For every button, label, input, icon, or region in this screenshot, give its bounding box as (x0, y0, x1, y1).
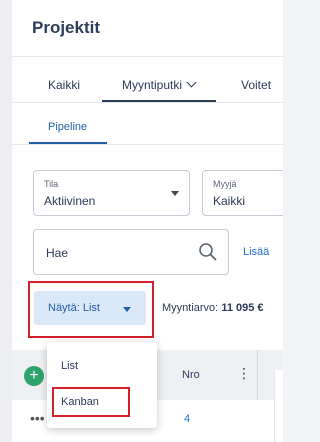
table-right-edge (274, 370, 283, 442)
tab-kaikki[interactable]: Kaikki (48, 78, 80, 92)
tila-value: Aktiivinen (44, 194, 96, 208)
caret-down-icon (171, 191, 179, 196)
projects-panel: Projektit Kaikki Myyntiputki Voitet Pipe… (12, 0, 283, 442)
left-side-strip (0, 0, 12, 442)
tila-select[interactable]: Tila Aktiivinen (33, 170, 190, 216)
caret-down-icon (123, 307, 131, 312)
myyja-select[interactable]: Myyjä Kaikki (202, 170, 283, 216)
more-filters-link[interactable]: Lisää (243, 246, 269, 258)
column-header-nro[interactable]: Nro (182, 369, 200, 381)
chevron-down-icon (186, 77, 197, 88)
dropdown-option-list[interactable]: List (61, 360, 78, 372)
tab-myyntiputki[interactable]: Myyntiputki (122, 77, 197, 92)
column-separator (257, 350, 258, 400)
sales-value-label: Myyntiarvo: (162, 302, 219, 314)
view-mode-button[interactable]: Näytä: List (34, 291, 146, 325)
row-actions-icon[interactable]: ••• (30, 410, 45, 426)
page-title: Projektit (32, 18, 101, 37)
tab-myyntiputki-label: Myyntiputki (122, 78, 183, 92)
row-nro-link[interactable]: 4 (184, 413, 190, 425)
search-input[interactable]: Hae (33, 229, 229, 275)
sales-value-summary: Myyntiarvo: 11 095 € (162, 302, 264, 314)
sales-value-amount: 11 095 € (221, 302, 264, 314)
view-mode-label: Näytä: List (48, 302, 100, 314)
tab-voitetut[interactable]: Voitet (241, 78, 271, 92)
highlight-box-kanban (52, 387, 130, 417)
subtab-pipeline[interactable]: Pipeline (48, 121, 87, 133)
subtabs-divider (12, 144, 283, 145)
search-icon[interactable] (198, 242, 218, 262)
header-divider (12, 56, 283, 57)
myyja-label: Myyjä (213, 179, 237, 189)
add-project-button[interactable]: + (24, 366, 44, 386)
myyja-value: Kaikki (213, 194, 246, 208)
tabs-divider (12, 102, 283, 103)
tila-label: Tila (44, 179, 59, 189)
column-menu-icon[interactable]: ⋮ (237, 366, 251, 380)
search-placeholder: Hae (46, 246, 69, 260)
